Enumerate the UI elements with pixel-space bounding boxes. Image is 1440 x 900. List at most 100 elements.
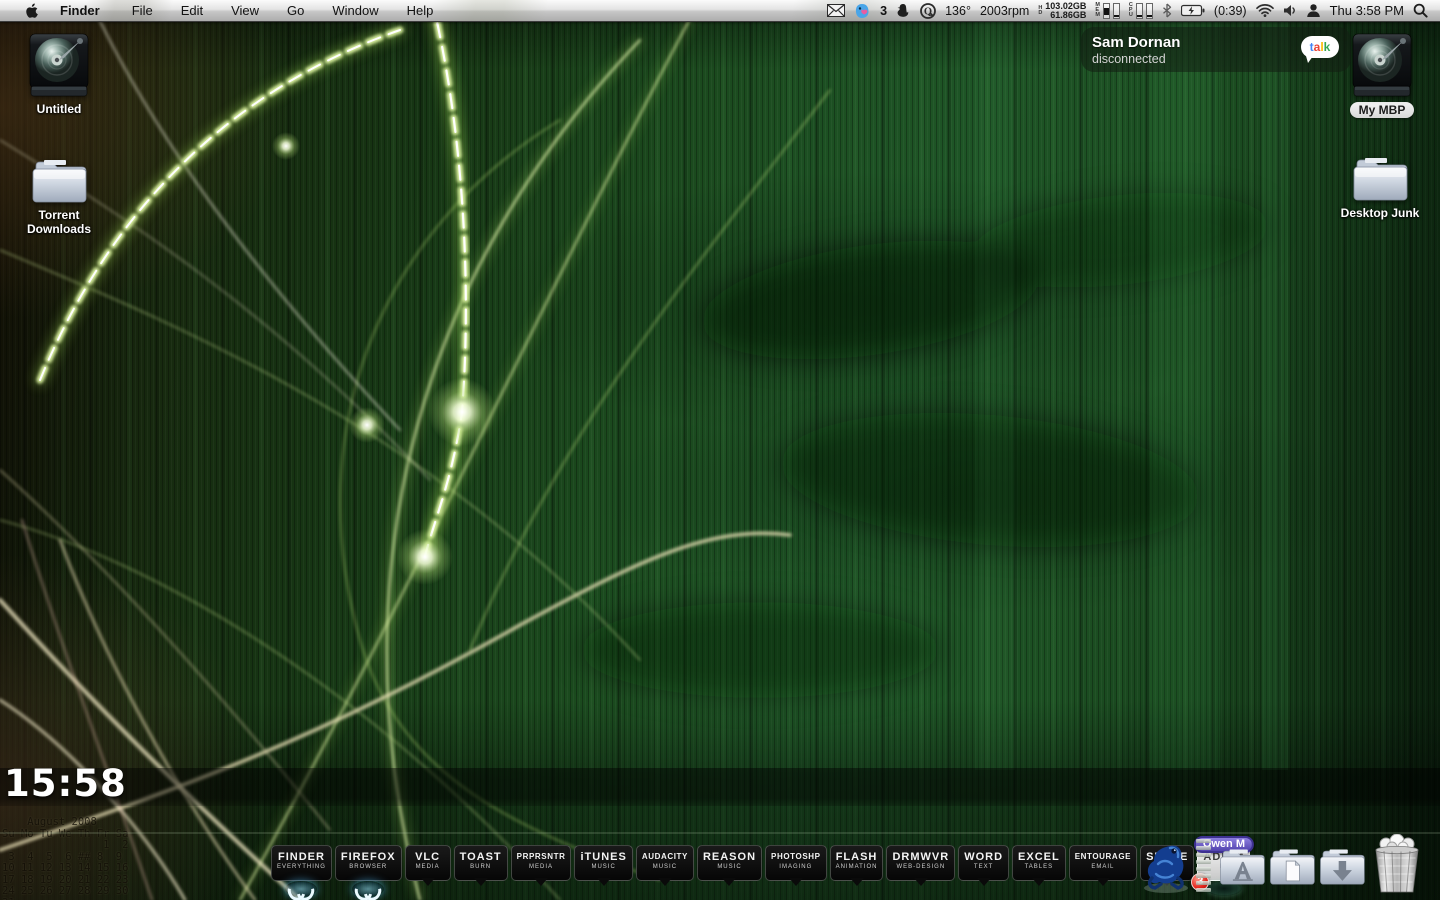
dock-item-excel[interactable]: EXCEL TABLES bbox=[1012, 845, 1066, 886]
wifi-icon[interactable] bbox=[1255, 4, 1274, 17]
app-menus: Finder File Edit View Go Window Help bbox=[46, 1, 447, 20]
menu-extras: 3 Q 136° 2003rpm HD 103.02GB 61.86GB MEM … bbox=[827, 1, 1440, 20]
trash-icon[interactable] bbox=[1372, 833, 1422, 899]
dock-item-pointer bbox=[596, 878, 611, 893]
adium-status-icon[interactable] bbox=[854, 3, 871, 19]
cpu-meter-label: CPU bbox=[1128, 2, 1133, 18]
mem-bar-2 bbox=[1112, 2, 1120, 19]
hd-meter[interactable]: HD 103.02GB 61.86GB bbox=[1038, 1, 1087, 20]
menu-finder[interactable]: Finder bbox=[46, 1, 118, 20]
downloads-folder-icon[interactable] bbox=[1318, 845, 1366, 892]
dock-item-subtitle: TABLES bbox=[1024, 864, 1054, 870]
running-indicator-glow bbox=[285, 881, 318, 897]
volume-icon[interactable] bbox=[1283, 4, 1297, 17]
spotlight-icon[interactable] bbox=[1413, 3, 1428, 18]
desktop-icon-torrent-downloads[interactable]: Torrent Downloads bbox=[4, 156, 114, 236]
dock-item-itunes[interactable]: iTUNES MUSIC bbox=[574, 845, 633, 886]
time-band bbox=[0, 768, 1440, 806]
dock-item-toast[interactable]: TOAST BURN bbox=[453, 845, 508, 886]
dock-item-flash[interactable]: FLASH ANIMATION bbox=[829, 845, 884, 886]
icon-label: Desktop Junk bbox=[1340, 206, 1420, 220]
desktop-icon-desktop-junk[interactable]: Desktop Junk bbox=[1325, 154, 1435, 220]
dock-item-title: AUDACITY bbox=[641, 852, 688, 861]
apple-menu[interactable] bbox=[16, 2, 46, 19]
menu-file[interactable]: File bbox=[118, 1, 167, 20]
desktop-clock: 15:58 bbox=[4, 762, 127, 805]
dock-item-subtitle: BURN bbox=[470, 864, 492, 870]
running-indicator-glow bbox=[352, 881, 385, 897]
buddy-status: disconnected bbox=[1092, 51, 1166, 66]
hd-meter-label: HD bbox=[1038, 4, 1043, 16]
icon-label-selected: My MBP bbox=[1349, 102, 1415, 118]
dock-item-finder[interactable]: FINDER EVERYTHING bbox=[271, 845, 332, 897]
menu-clock[interactable]: Thu 3:58 PM bbox=[1330, 3, 1404, 18]
menu-window[interactable]: Window bbox=[318, 1, 392, 20]
battery-icon[interactable] bbox=[1180, 4, 1205, 17]
cpu-meter[interactable]: CPU bbox=[1128, 2, 1153, 19]
dock-item-entourage[interactable]: ENTOURAGE EMAIL bbox=[1068, 845, 1138, 886]
dock-item-subtitle: WEB-DESIGN bbox=[896, 864, 946, 870]
folder-icon bbox=[1353, 158, 1408, 201]
dock-item-title: DRMWVR bbox=[892, 851, 950, 863]
dock-item-pointer bbox=[788, 878, 803, 893]
applications-folder-icon[interactable] bbox=[1218, 845, 1266, 892]
dock-item-photoshp[interactable]: PHOTOSHP IMAGING bbox=[765, 845, 827, 886]
temperature-reading[interactable]: 136° bbox=[945, 4, 971, 18]
bluetooth-icon[interactable] bbox=[1162, 3, 1172, 18]
dock-item-pointer bbox=[657, 878, 672, 893]
dock-item-title: iTUNES bbox=[580, 851, 627, 863]
menu-help[interactable]: Help bbox=[393, 1, 448, 20]
dock-item-firefox[interactable]: FIREFOX BROWSER bbox=[334, 845, 402, 897]
cpu-bar-2 bbox=[1145, 2, 1153, 19]
dock-separator bbox=[1196, 839, 1211, 892]
dock-item-subtitle: EMAIL bbox=[1091, 864, 1115, 870]
adium-unread-count: 3 bbox=[880, 3, 888, 18]
dock-item-subtitle: TEXT bbox=[973, 864, 994, 870]
dock-item-subtitle: MEDIA bbox=[529, 864, 554, 870]
dock-item-subtitle: MUSIC bbox=[652, 864, 678, 870]
apple-icon bbox=[25, 2, 38, 18]
menu-edit[interactable]: Edit bbox=[167, 1, 217, 20]
dock-item-word[interactable]: WORD TEXT bbox=[958, 845, 1010, 886]
dock-item-pointer bbox=[722, 878, 737, 893]
fan-speed-reading[interactable]: 2003rpm bbox=[980, 4, 1029, 18]
dock-item-title: PRPRSNTR bbox=[516, 852, 566, 861]
duck-status-icon[interactable] bbox=[896, 3, 911, 18]
dock-item-reason[interactable]: REASON MUSIC bbox=[696, 845, 763, 886]
vuze-frog-icon[interactable] bbox=[1140, 838, 1192, 899]
buddy-name: Sam Dornan bbox=[1092, 33, 1181, 51]
dock-item-pointer bbox=[913, 878, 928, 893]
dock-item-subtitle: EVERYTHING bbox=[277, 864, 326, 870]
dock-item-subtitle: IMAGING bbox=[779, 864, 813, 870]
hd-used: 61.86GB bbox=[1050, 9, 1087, 20]
mail-status-icon[interactable] bbox=[827, 4, 846, 17]
gtalk-widget[interactable]: Sam Dornan disconnected talk bbox=[1081, 27, 1351, 72]
desktop-icon-untitled[interactable]: Untitled bbox=[4, 32, 114, 116]
menu-go[interactable]: Go bbox=[273, 1, 318, 20]
dock-item-vlc[interactable]: VLC MEDIA bbox=[404, 845, 451, 886]
dock-item-audacity[interactable]: AUDACITY MUSIC bbox=[635, 845, 694, 886]
google-talk-icon: talk bbox=[1301, 35, 1339, 64]
menu-bar: Finder File Edit View Go Window Help 3 Q 136° … bbox=[0, 0, 1440, 22]
dock-item-pointer bbox=[473, 878, 488, 893]
dock-item-subtitle: BROWSER bbox=[349, 864, 388, 870]
desktop: 15:58 August 2008 Su Mo Tu We Th Fr Sa 1… bbox=[0, 0, 1440, 900]
dock-item-pointer bbox=[534, 878, 549, 893]
menu-view[interactable]: View bbox=[217, 1, 273, 20]
dock-item-drmwvr[interactable]: DRMWVR WEB-DESIGN bbox=[886, 845, 956, 886]
dock-item-title: FIREFOX bbox=[340, 851, 396, 863]
dock-item-title: FINDER bbox=[277, 851, 325, 863]
mem-meter[interactable]: MEM bbox=[1095, 2, 1120, 19]
mem-meter-label: MEM bbox=[1095, 2, 1100, 18]
dock-item-prprsntr[interactable]: PRPRSNTR MEDIA bbox=[510, 845, 572, 886]
dock-item-title: PHOTOSHP bbox=[771, 852, 821, 861]
user-switcher-icon[interactable] bbox=[1306, 3, 1321, 18]
dock-item-pointer bbox=[976, 878, 991, 893]
svg-text:Q: Q bbox=[924, 6, 932, 17]
dock-item-title: FLASH bbox=[835, 851, 878, 863]
wallpaper-highlight-line bbox=[0, 832, 1440, 834]
documents-folder-icon[interactable] bbox=[1268, 845, 1316, 892]
hard-drive-icon bbox=[29, 33, 89, 97]
hard-drive-icon bbox=[1352, 33, 1412, 97]
quicksilver-icon[interactable]: Q bbox=[920, 2, 937, 19]
